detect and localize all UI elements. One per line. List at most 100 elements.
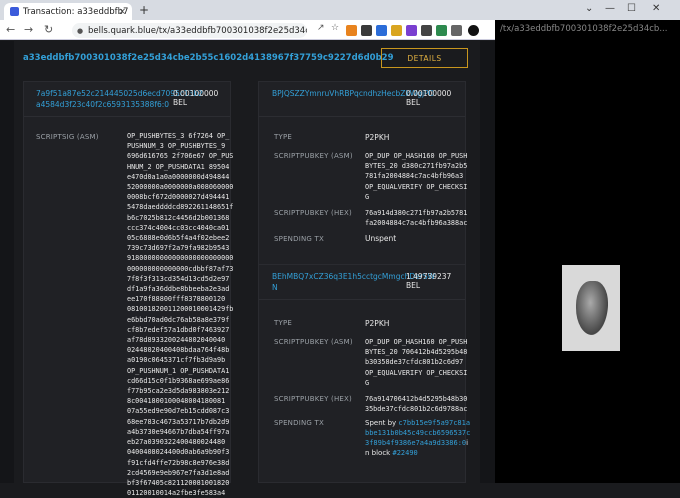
scriptsig-line: OP_PUSHBYTES_3 6f7264 OP_: [127, 132, 230, 140]
metamask-extension-icon[interactable]: [346, 25, 357, 36]
scriptsig-line: 01120010014a2fbe3fe583a4: [127, 489, 226, 498]
scriptsig-line: 07a55ed9e90d7eb15cdd087c3: [127, 407, 230, 416]
scriptsig-line: cd66d15c0f1b9368ae699ae86: [127, 376, 230, 385]
second-window-url: /tx/a33eddbfb700301038f2e25d34cb...: [500, 24, 668, 34]
scriptsig-line: f77b95ca2e3d5da983803e212: [127, 387, 230, 396]
forward-icon[interactable]: →: [24, 23, 33, 36]
extension-icon[interactable]: [361, 25, 372, 36]
maximize-button[interactable]: ☐: [627, 3, 636, 14]
input-card: 7a9f51a87e52c214445025d6ecd7095c13b2 a45…: [23, 81, 233, 497]
browser-tab[interactable]: Transaction: a33eddbfb7 ×: [4, 3, 132, 20]
spending-tx-link[interactable]: bbe131b0b45c49ccb6596537c: [365, 429, 470, 437]
profile-avatar[interactable]: [468, 25, 479, 36]
spent-by-prefix: Spent by: [365, 419, 397, 427]
output-amount: 0.00100000 BEL: [406, 89, 452, 107]
extension-icon[interactable]: [421, 25, 432, 36]
transaction-id[interactable]: a33eddbfb700301038f2e25d34cbe2b55c1602d4…: [23, 53, 394, 63]
minimize-button[interactable]: —: [605, 3, 615, 14]
block-link[interactable]: #22490: [392, 449, 417, 457]
output-address-line2[interactable]: N: [272, 283, 278, 293]
scriptsig-line: 696d616765 2f706e67 OP_PUS: [127, 152, 234, 161]
tab-title: Transaction: a33eddbfb7: [23, 6, 129, 17]
scriptsig-line: 68ee783c4673a53717b7db2d9: [127, 417, 230, 426]
transaction-page: a33eddbfb700301038f2e25d34cbe2b55c1602d4…: [0, 41, 495, 497]
spending-tx-link[interactable]: c7bb15e9f5a97c81a: [398, 419, 470, 427]
scriptsig-line: 5478daeddddcd892261148651f: [127, 203, 234, 212]
scriptsig-value: OP_PUSHBYTES_3 6f7264 OP_ PUSHNUM_3 OP_PU…: [127, 131, 233, 498]
hex-line: fa2004884c7ac4bfb96a388ac: [365, 219, 468, 228]
scriptsig-line: 081001820011200010001429fb: [127, 305, 234, 314]
scrollbar-track: [0, 41, 14, 483]
bookmark-icon[interactable]: ☆: [331, 23, 339, 33]
scriptsig-line: f91cfd4ffe72b98c8e976e38d: [127, 458, 230, 467]
new-tab-button[interactable]: +: [139, 3, 149, 17]
scriptsig-line: af78d8933200244802040040: [127, 336, 226, 345]
asm-line: G: [365, 378, 370, 387]
in-block-prefix: n block: [365, 449, 391, 457]
hex-line: 76a914706412b4d5295b48b30: [365, 395, 468, 403]
scriptsig-line: cf8b7edef57a1dbd0f7463927: [127, 325, 230, 334]
scriptsig-line: OP_PUSHNUM_1 OP_PUSHDATA1: [127, 366, 230, 375]
page-margin: [480, 41, 495, 483]
type-value: P2PKH: [365, 319, 390, 328]
address-bar-row: ← → ↻ ● bells.quark.blue/tx/a33eddbfb700…: [0, 20, 495, 40]
scriptpubkey-asm-label: SCRIPTPUBKEY (ASM): [274, 338, 353, 346]
scriptsig-line: 52000000a0000000a008060000: [127, 183, 234, 192]
input-amount: 0.00100000 BEL: [173, 89, 219, 107]
scriptsig-line: HNUM_2 OP_PUSHDATA1 89504: [127, 162, 230, 171]
share-icon[interactable]: ↗: [317, 23, 325, 33]
scriptsig-line: 0400408024400d0ab6a9b90f3: [127, 448, 230, 457]
spending-tx-link[interactable]: 3f89b4f9386e7a4a9d3386:0: [365, 439, 466, 447]
rock-image: [576, 281, 608, 335]
asm-line: BYTES_20 706412b4d5295b48: [365, 348, 468, 357]
extension-icon[interactable]: [436, 25, 447, 36]
scriptsig-line: 05c6888e0d6b5f4a4f02ebee2: [127, 234, 230, 243]
second-window: [495, 20, 680, 483]
divider: [24, 116, 230, 117]
hex-line: 35bde37cfdc801b2c6d9788ac: [365, 405, 468, 414]
scriptpubkey-hex-value: 76a914d380c271fb97a2b5781 fa2004884c7ac4b…: [365, 208, 467, 228]
details-button[interactable]: DETAILS: [381, 48, 468, 68]
site-favicon-icon: [10, 7, 19, 16]
divider: [259, 116, 465, 117]
scriptsig-line: 7f8f3f313cd354d13cd5d2e97: [127, 274, 230, 283]
window-close-button[interactable]: ✕: [652, 3, 660, 14]
asm-line: OP_EQUALVERIFY OP_CHECKSI: [365, 182, 468, 191]
scriptsig-line: e6bbd70ad0dc76ab58a8e379f: [127, 315, 230, 324]
extension-icon[interactable]: [406, 25, 417, 36]
scriptpubkey-asm-value: OP_DUP OP_HASH160 OP_PUSH BYTES_20 d380c2…: [365, 151, 467, 202]
asm-line: OP_DUP OP_HASH160 OP_PUSH: [365, 152, 468, 160]
asm-line: G: [365, 192, 370, 201]
input-outpoint-line2[interactable]: a4584d3f23c40f2c6593135388f6:0: [36, 100, 169, 110]
puzzle-icon[interactable]: [451, 25, 462, 36]
scriptsig-line: 8c0041800100048004180081: [127, 397, 226, 406]
asm-line: OP_EQUALVERIFY OP_CHECKSI: [365, 368, 468, 377]
url-field[interactable]: ● bells.quark.blue/tx/a33eddbfb700301038…: [72, 23, 307, 38]
asm-line: BYTES_20 d380c271fb97a2b5: [365, 162, 468, 171]
tab-close-icon[interactable]: ×: [118, 7, 126, 17]
scriptsig-line: ee170f88800fff8378800120: [127, 295, 226, 304]
scriptsig-line: 0008bcf672d0000027d494441: [127, 193, 230, 202]
scriptsig-line: b6c7025b812c4456d2b001368: [127, 213, 230, 222]
back-icon[interactable]: ←: [6, 23, 15, 36]
output-card: BEhMBQ7xCZ36q3E1h5cctgcMmgchDerSW N 1.49…: [258, 264, 470, 483]
scriptsig-line: 91800000000000000000000000: [127, 254, 234, 263]
reload-icon[interactable]: ↻: [44, 23, 53, 36]
scriptsig-line: 000000000000000cdbbf87af73: [127, 264, 234, 273]
scriptpubkey-hex-label: SCRIPTPUBKEY (HEX): [274, 395, 352, 403]
type-label: TYPE: [274, 133, 292, 141]
tab-search-icon[interactable]: ⌄: [585, 3, 593, 14]
scriptsig-line: bf3f67405c821120081001820: [127, 478, 230, 487]
type-label: TYPE: [274, 319, 292, 327]
hex-line: 76a914d380c271fb97a2b5781: [365, 209, 468, 217]
type-value: P2PKH: [365, 133, 390, 142]
extension-icon[interactable]: [376, 25, 387, 36]
scriptsig-line: eb27a0390322400480024480: [127, 438, 226, 447]
extension-icon[interactable]: [391, 25, 402, 36]
spending-tx-value: Spent by c7bb15e9f5a97c81a bbe131b0b45c4…: [365, 418, 470, 458]
scriptpubkey-hex-value: 76a914706412b4d5295b48b30 35bde37cfdc801b…: [365, 394, 467, 414]
inscription-image: [562, 265, 620, 351]
asm-line: OP_DUP OP_HASH160 OP_PUSH: [365, 338, 468, 346]
asm-line: b30358de37cfdc801b2c6d97: [365, 358, 464, 367]
asm-line: 781fa2004884c7ac4bfb96a3: [365, 172, 464, 181]
